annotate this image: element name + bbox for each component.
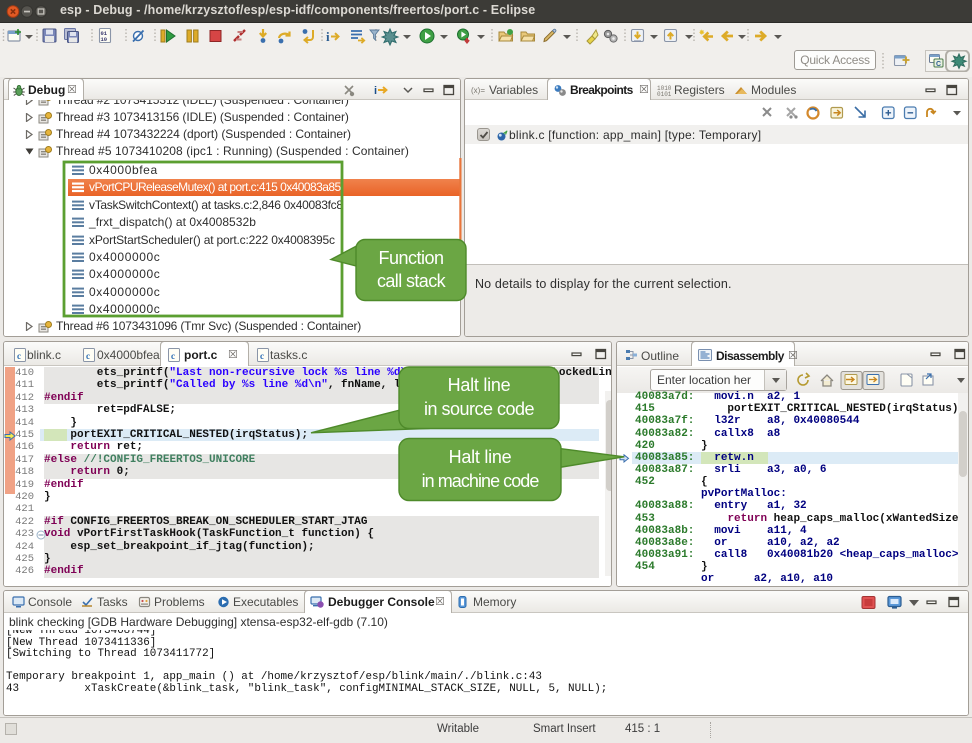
svg-text:(x)=: (x)= bbox=[471, 86, 485, 95]
svg-text:c: c bbox=[171, 351, 175, 361]
svg-text:C: C bbox=[936, 61, 941, 68]
svg-text:10: 10 bbox=[101, 36, 108, 43]
svg-text:c: c bbox=[86, 351, 90, 361]
svg-text:c: c bbox=[17, 351, 21, 361]
svg-text:c: c bbox=[260, 351, 264, 361]
svg-text:i: i bbox=[326, 29, 330, 44]
svg-text:0101: 0101 bbox=[657, 91, 671, 97]
svg-text:i: i bbox=[374, 85, 377, 97]
